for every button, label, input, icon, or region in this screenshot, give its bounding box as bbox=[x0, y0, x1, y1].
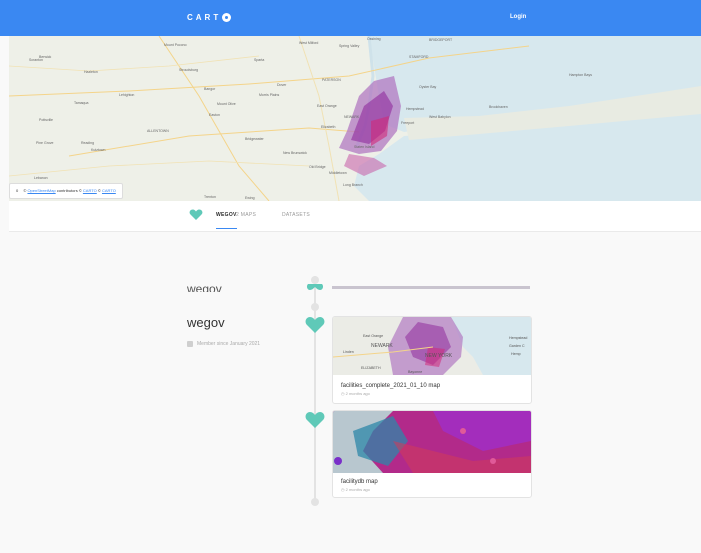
previous-card-fragment bbox=[332, 286, 530, 289]
map-label: Bangor bbox=[204, 87, 216, 91]
map-label: Stroudsburg bbox=[179, 68, 198, 72]
map-label: Reading bbox=[81, 141, 94, 145]
map-label: Easton bbox=[209, 113, 220, 117]
tab-maps[interactable]: 2 MAPS bbox=[236, 212, 256, 218]
map-label: Staten Island bbox=[354, 145, 374, 149]
map-label: Old Bridge bbox=[309, 165, 326, 169]
map-label: Bridgewater bbox=[245, 137, 265, 141]
attribution-text: contributors © bbox=[56, 188, 82, 193]
tab-wegov[interactable]: WEGOV bbox=[216, 212, 237, 229]
timeline-dot bbox=[311, 276, 319, 284]
map-label: Morris Plains bbox=[259, 93, 279, 97]
map-label: Tamaqua bbox=[74, 101, 88, 105]
thumb-label: ELIZABETH bbox=[361, 366, 381, 370]
thumb-label: NEWARK bbox=[371, 343, 393, 349]
map-label: Lehighton bbox=[119, 93, 134, 97]
map-label: Ewing bbox=[245, 196, 255, 200]
map-thumbnail: East Orange NEWARK Linden NEW YORK ELIZA… bbox=[333, 317, 531, 375]
thumb-label: Hemp bbox=[511, 352, 521, 356]
map-label: West Babylon bbox=[429, 115, 451, 119]
map-label: Hazleton bbox=[84, 70, 98, 74]
map-label: East Orange bbox=[317, 104, 337, 108]
map-label: New Brunswick bbox=[283, 151, 307, 155]
map-label: Mount Olive bbox=[217, 102, 236, 106]
timeline-dot bbox=[311, 303, 319, 311]
map-label: Ossining bbox=[367, 37, 381, 41]
map-label: BRIDGEPORT bbox=[429, 38, 453, 42]
map-label: Oyster Bay bbox=[419, 85, 437, 89]
map-card[interactable]: facilitydb map ◷ 2 months ago bbox=[332, 410, 532, 498]
attribution-number: 0 bbox=[16, 188, 19, 193]
top-navigation-bar: CART Login bbox=[0, 0, 701, 36]
profile-name: wegov bbox=[187, 315, 225, 330]
profile-map-banner[interactable]: Scranton Stroudsburg Mount Pocono Sparta… bbox=[9, 36, 701, 201]
heart-icon bbox=[305, 317, 325, 333]
map-background: Scranton Stroudsburg Mount Pocono Sparta… bbox=[9, 36, 701, 201]
map-label: Pine Grove bbox=[36, 141, 54, 145]
map-label: Brookhaven bbox=[489, 105, 508, 109]
clock-icon: ◷ bbox=[341, 487, 345, 492]
map-label: Mount Pocono bbox=[164, 43, 187, 47]
map-label: Kutztown bbox=[91, 148, 105, 152]
tab-datasets[interactable]: DATASETS bbox=[282, 212, 310, 218]
map-label: Sparta bbox=[254, 58, 264, 62]
map-label: Long Branch bbox=[343, 183, 363, 187]
map-label: Freeport bbox=[401, 121, 414, 125]
map-label: Berwick bbox=[39, 55, 52, 59]
calendar-icon bbox=[187, 341, 193, 347]
map-attribution: 0 © OpenStreetMap contributors © CARTO ©… bbox=[9, 183, 123, 199]
heart-avatar-icon bbox=[189, 209, 203, 220]
map-label: Pottsville bbox=[39, 118, 53, 122]
map-card-updated-text: 2 months ago bbox=[345, 487, 370, 492]
thumb-label: Hempstead bbox=[509, 336, 527, 340]
map-card-title[interactable]: facilities_complete_2021_01_10 map bbox=[341, 383, 440, 389]
map-label: ALLENTOWN bbox=[147, 129, 169, 133]
map-label: Hempstead bbox=[406, 107, 424, 111]
ghost-profile-name: wegov bbox=[187, 284, 222, 292]
login-link[interactable]: Login bbox=[510, 14, 526, 20]
attribution-separator: © bbox=[97, 188, 101, 193]
openstreetmap-link[interactable]: OpenStreetMap bbox=[27, 188, 55, 193]
clock-icon: ◷ bbox=[341, 391, 345, 396]
member-since-text: Member since January 2021 bbox=[197, 341, 261, 347]
profile-tabs: WEGOV 2 MAPS DATASETS bbox=[9, 201, 701, 232]
thumb-label: Bayonne bbox=[408, 370, 422, 374]
heart-icon bbox=[306, 284, 324, 290]
map-label: PATERSON bbox=[322, 78, 341, 82]
map-card[interactable]: East Orange NEWARK Linden NEW YORK ELIZA… bbox=[332, 316, 532, 404]
logo-dot-icon bbox=[222, 13, 232, 22]
map-label: NEWARK bbox=[344, 115, 360, 119]
map-label: Hampton Bays bbox=[569, 73, 592, 77]
map-label: West Milford bbox=[299, 41, 318, 45]
thumb-label: NEW YORK bbox=[425, 353, 453, 359]
thumb-label: East Orange bbox=[363, 334, 383, 338]
timeline-dot bbox=[311, 498, 319, 506]
map-card-updated: ◷ 2 months ago bbox=[341, 391, 370, 396]
map-label: Elizabeth bbox=[321, 125, 335, 129]
map-label: Middletown bbox=[329, 171, 347, 175]
map-card-updated: ◷ 2 months ago bbox=[341, 487, 370, 492]
map-card-updated-text: 2 months ago bbox=[345, 391, 370, 396]
carto-attribution-link[interactable]: CARTO bbox=[83, 188, 97, 193]
thumb-label: Garden C bbox=[509, 344, 525, 348]
attribution-copyright-icon: © bbox=[23, 188, 27, 193]
member-since: Member since January 2021 bbox=[187, 341, 260, 347]
map-thumbnail bbox=[333, 411, 531, 473]
map-label: Spring Valley bbox=[339, 44, 360, 48]
map-card-title[interactable]: facilitydb map bbox=[341, 479, 378, 485]
map-label: Dover bbox=[277, 83, 287, 87]
map-label: STAMFORD bbox=[409, 55, 429, 59]
thumb-label: Linden bbox=[343, 350, 354, 354]
carto-attribution-link-2[interactable]: CARTO bbox=[102, 188, 116, 193]
map-label: Lebanon bbox=[34, 176, 48, 180]
map-label: Trenton bbox=[204, 195, 216, 199]
heart-icon bbox=[305, 412, 325, 428]
carto-logo[interactable]: CART bbox=[187, 13, 232, 22]
logo-text: CART bbox=[187, 13, 222, 22]
